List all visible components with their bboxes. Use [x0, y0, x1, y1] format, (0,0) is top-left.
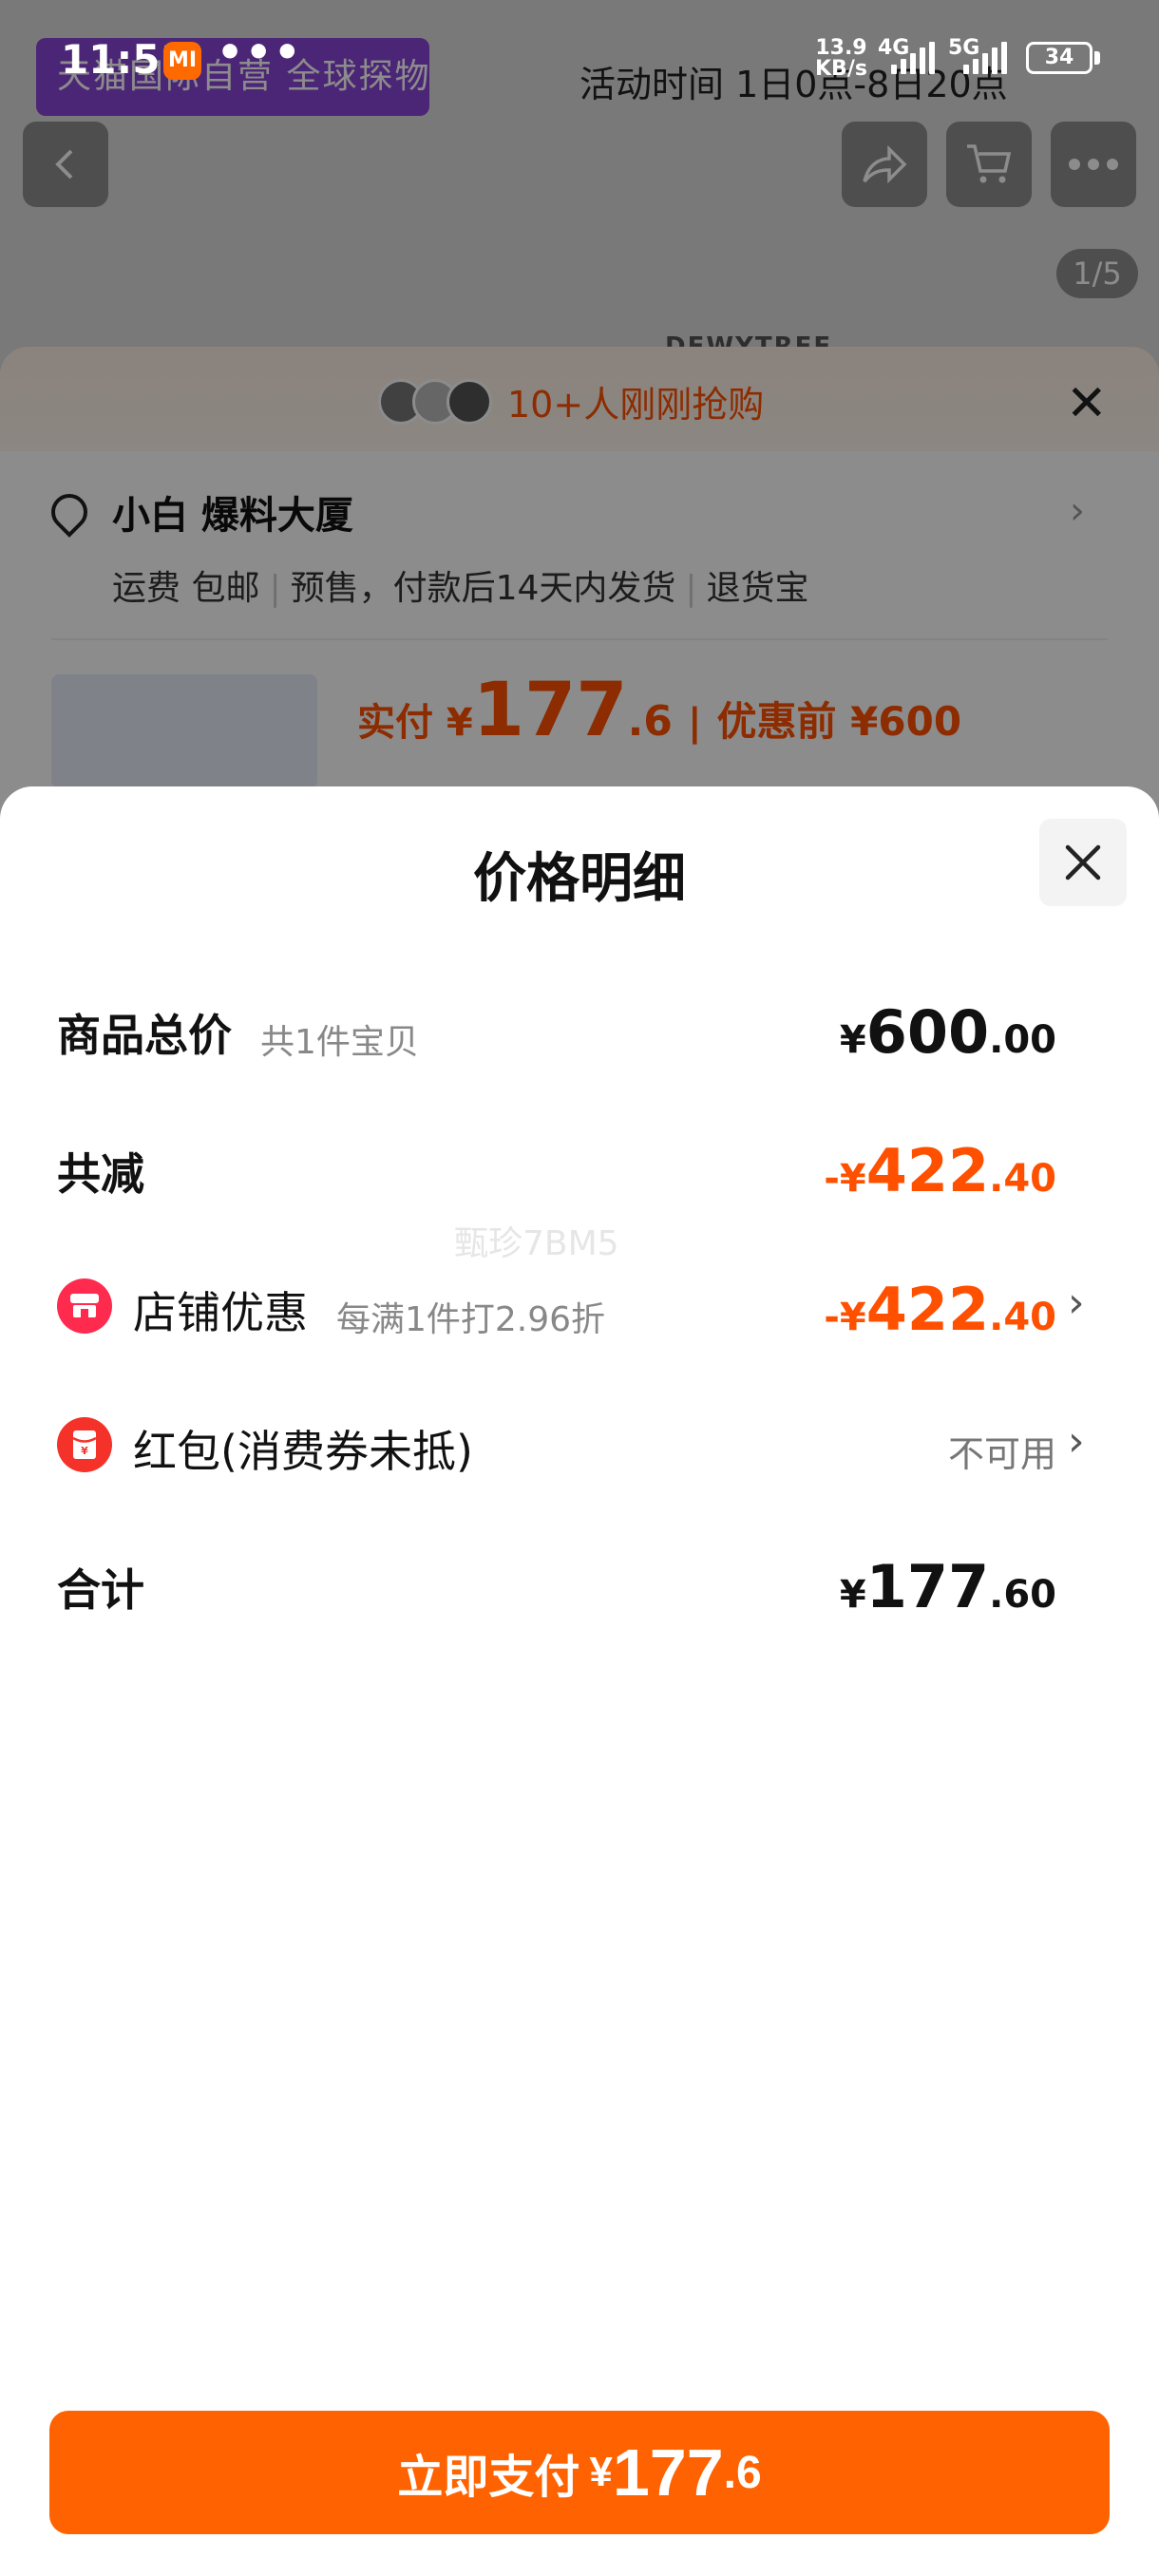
amount-dec: .40	[989, 1157, 1056, 1201]
currency-symbol: ¥	[589, 2449, 613, 2495]
network-speed-value: 13.9	[815, 36, 867, 60]
pay-now-button[interactable]: 立即支付 ¥177.6	[49, 2411, 1110, 2534]
amount-dec: .60	[989, 1573, 1056, 1617]
battery-icon: 34	[1026, 42, 1092, 74]
chevron-right-icon: ›	[1068, 1417, 1085, 1466]
goods-total-value: ¥600.00	[840, 997, 1056, 1067]
amount-dec: .6	[723, 2447, 762, 2498]
sum-label: 合计	[57, 1564, 144, 1616]
amount-int: 177	[865, 1552, 990, 1621]
row-goods-total: 商品总价 共1件宝贝 ¥600.00	[0, 986, 1159, 1071]
modal-title: 价格明细	[473, 848, 686, 910]
battery-tip	[1094, 51, 1100, 65]
row-red-packet[interactable]: ¥ 红包(消费券未抵) 不可用 ›	[0, 1402, 1159, 1487]
mi-icon: MI	[163, 42, 201, 80]
amount-dec: .00	[989, 1018, 1056, 1062]
red-packet-status: 不可用	[947, 1433, 1056, 1475]
total-discount-label: 共减	[57, 1148, 144, 1200]
row-sum: 合计 ¥177.60	[0, 1541, 1159, 1626]
signal-icon	[963, 42, 1007, 74]
goods-count: 共1件宝贝	[260, 1023, 419, 1062]
amount-int: 177	[612, 2435, 724, 2510]
currency-symbol: ¥	[839, 1573, 866, 1617]
amount-int: 422	[865, 1275, 990, 1344]
more-notifications-icon: •••	[217, 28, 303, 77]
currency-symbol: -¥	[824, 1296, 866, 1339]
row-store-discount[interactable]: 店铺优惠 每满1件打2.96折 -¥422.40 ›	[0, 1263, 1159, 1349]
status-bar: 11:51 MI ••• 13.9 KB/s 4G 5G 34	[0, 0, 1159, 95]
amount-int: 600	[865, 997, 990, 1067]
red-packet-label: 红包(消费券未抵)	[133, 1426, 473, 1477]
goods-total-label: 商品总价	[57, 1010, 232, 1061]
chevron-right-icon: ›	[1068, 1279, 1085, 1327]
svg-text:¥: ¥	[81, 1445, 88, 1457]
store-discount-value: -¥422.40	[824, 1275, 1056, 1344]
row-total-discount: 共减 -¥422.40	[0, 1125, 1159, 1210]
watermark: 甄珍7BM5	[454, 1224, 619, 1263]
store-icon	[57, 1279, 112, 1334]
close-icon	[1065, 844, 1101, 881]
currency-symbol: ¥	[839, 1018, 866, 1062]
red-packet-icon: ¥	[57, 1417, 112, 1472]
currency-symbol: -¥	[824, 1157, 866, 1201]
amount-dec: .40	[989, 1296, 1056, 1339]
store-discount-rule: 每满1件打2.96折	[336, 1300, 606, 1339]
total-discount-value: -¥422.40	[824, 1136, 1056, 1205]
sum-value: ¥177.60	[840, 1552, 1056, 1621]
price-detail-sheet: 价格明细 甄珍7BM5 商品总价 共1件宝贝 ¥600.00 共减 -¥422.…	[0, 786, 1159, 2576]
store-discount-label: 店铺优惠	[133, 1287, 308, 1338]
pay-now-label: 立即支付	[397, 2453, 580, 2503]
amount-int: 422	[865, 1136, 990, 1205]
network-speed-unit: KB/s	[815, 57, 867, 81]
close-button[interactable]	[1039, 819, 1127, 906]
network-speed: 13.9 KB/s	[815, 38, 867, 80]
signal-icon	[891, 42, 935, 74]
